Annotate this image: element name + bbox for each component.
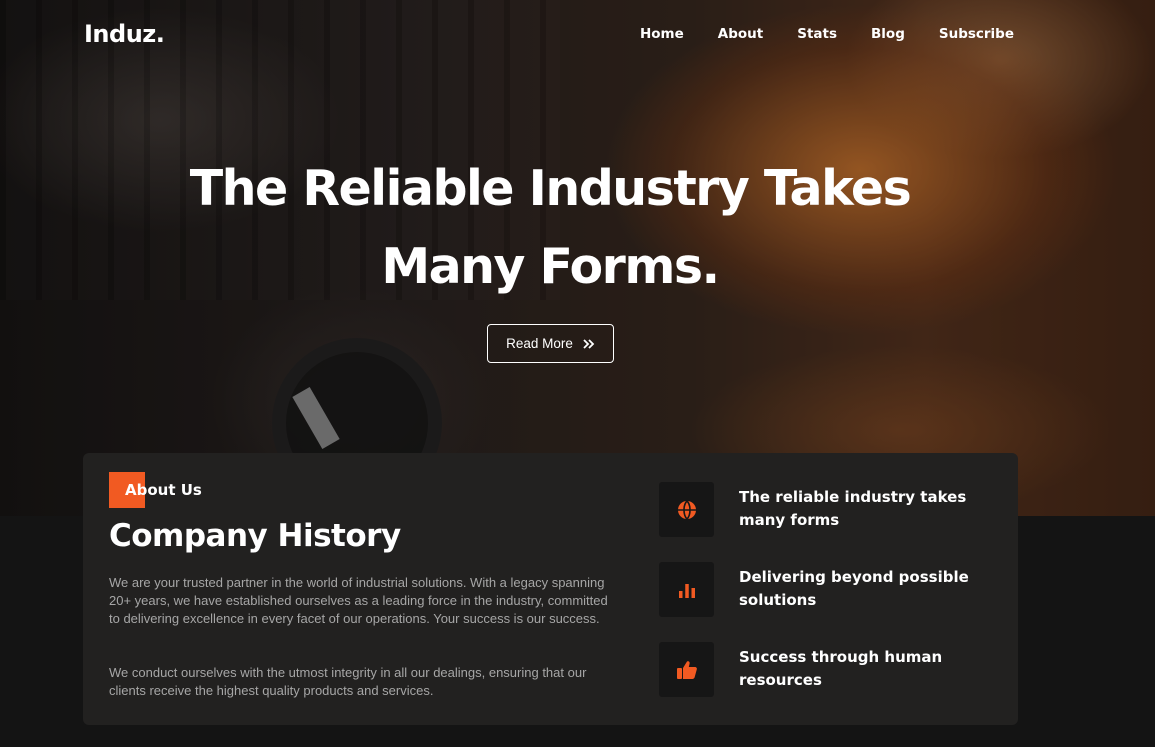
thumbs-up-icon <box>659 642 714 697</box>
top-navbar: Induz. Home About Stats Blog Subscribe <box>0 0 1155 70</box>
nav-link-about[interactable]: About <box>718 26 763 42</box>
bar-chart-icon <box>659 562 714 617</box>
nav-link-stats[interactable]: Stats <box>797 26 837 42</box>
nav-link-subscribe[interactable]: Subscribe <box>939 26 1014 42</box>
feature-item: Delivering beyond possible solutions <box>659 562 989 618</box>
about-paragraph-2: We conduct ourselves with the utmost int… <box>109 665 587 698</box>
hero-title-line-1: The Reliable Industry Takes <box>189 160 912 217</box>
section-tag-label: About Us <box>125 481 202 499</box>
hero-title-line-2: Many Forms. <box>381 238 720 295</box>
read-more-label: Read More <box>506 336 573 351</box>
hero-title: The Reliable Industry Takes Many Forms. <box>0 150 1100 306</box>
main-menu: Home About Stats Blog Subscribe <box>640 26 1014 42</box>
read-more-button[interactable]: Read More <box>487 324 614 363</box>
brand-logo[interactable]: Induz. <box>84 20 165 48</box>
nav-link-blog[interactable]: Blog <box>871 26 905 42</box>
feature-item: The reliable industry takes many forms <box>659 482 989 538</box>
section-title: Company History <box>109 518 401 554</box>
double-chevron-right-icon <box>583 336 595 352</box>
about-card: About Us Company History We are your tru… <box>83 453 1018 725</box>
feature-text: Delivering beyond possible solutions <box>739 568 969 609</box>
feature-text: Success through human resources <box>739 648 943 689</box>
feature-text: The reliable industry takes many forms <box>739 488 967 529</box>
globe-icon <box>659 482 714 537</box>
nav-link-home[interactable]: Home <box>640 26 684 42</box>
feature-item: Success through human resources <box>659 642 989 698</box>
about-paragraph-1: We are your trusted partner in the world… <box>109 575 608 626</box>
